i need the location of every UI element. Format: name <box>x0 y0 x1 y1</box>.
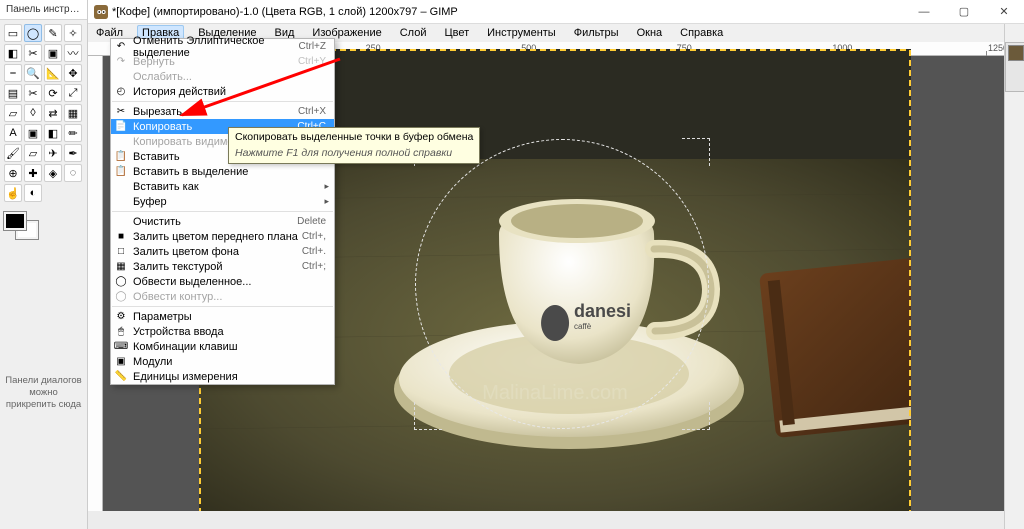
window-title: *[Кофе] (импортировано)-1.0 (Цвета RGB, … <box>112 6 904 18</box>
tool-crop[interactable]: ✂ <box>24 84 42 102</box>
selection-ellipse <box>415 139 709 429</box>
toolbox-panel: Панель инстр… ▭ ◯ ✎ ✧ ◧ ✂ ▣ 〰 ⎯ 🔍 📐 ✥ ▤ … <box>0 0 88 529</box>
menu-item: Ослабить... <box>111 69 334 84</box>
tool-text[interactable]: A <box>4 124 22 142</box>
menu-item[interactable]: 🖱Устройства ввода <box>111 324 334 339</box>
tool-scale[interactable]: ⤢ <box>64 84 82 102</box>
tool-color-select[interactable]: ◧ <box>4 44 22 62</box>
tooltip-line2: Нажмите F1 для получения полной справки <box>235 147 473 161</box>
window-minimize[interactable]: — <box>904 0 944 24</box>
menu-item[interactable]: ⌨Комбинации клавиш <box>111 339 334 354</box>
right-dock <box>1004 24 1024 529</box>
tool-smudge[interactable]: ☝ <box>4 184 22 202</box>
menu-item[interactable]: ◴История действий <box>111 84 334 99</box>
tooltip-line1: Скопировать выделенные точки в буфер обм… <box>235 131 473 145</box>
tool-rotate[interactable]: ⟳ <box>44 84 62 102</box>
tool-ellipse-select[interactable]: ◯ <box>24 24 42 42</box>
toolbox-title: Панель инстр… <box>0 0 87 20</box>
menu-separator <box>112 306 333 307</box>
menu-item: ◯Обвести контур... <box>111 289 334 304</box>
menu-item[interactable]: ■Залить цветом переднего планаCtrl+, <box>111 229 334 244</box>
menu-item-цвет[interactable]: Цвет <box>440 26 473 40</box>
tool-perspective[interactable]: ◊ <box>24 104 42 122</box>
dockable-hint: Панели диалогов можно прикрепить сюда <box>4 375 83 411</box>
menu-item[interactable]: ✂ВырезатьCtrl+X <box>111 104 334 119</box>
titlebar: *[Кофе] (импортировано)-1.0 (Цвета RGB, … <box>88 0 1024 24</box>
tool-airbrush[interactable]: ✈ <box>44 144 62 162</box>
tool-measure[interactable]: 📐 <box>44 64 62 82</box>
menu-edit: ↶Отменить Эллиптическое выделениеCtrl+Z↷… <box>110 38 335 385</box>
tool-blend[interactable]: ◧ <box>44 124 62 142</box>
menu-item[interactable]: ↶Отменить Эллиптическое выделениеCtrl+Z <box>111 39 334 54</box>
tool-heal[interactable]: ✚ <box>24 164 42 182</box>
tool-fuzzy-select[interactable]: ✧ <box>64 24 82 42</box>
tool-bucket[interactable]: ▣ <box>24 124 42 142</box>
menu-item[interactable]: ▦Залить текстуройCtrl+; <box>111 259 334 274</box>
selection[interactable] <box>415 139 709 429</box>
menu-separator <box>112 211 333 212</box>
menu-item-слой[interactable]: Слой <box>396 26 431 40</box>
menu-item[interactable]: ⚙Параметры <box>111 309 334 324</box>
tool-eraser[interactable]: ▱ <box>24 144 42 162</box>
tool-paintbrush[interactable]: 🖌 <box>4 144 22 162</box>
menu-item[interactable]: ОчиститьDelete <box>111 214 334 229</box>
tool-pencil[interactable]: ✏ <box>64 124 82 142</box>
tool-align[interactable]: ▤ <box>4 84 22 102</box>
tool-perspective-clone[interactable]: ◈ <box>44 164 62 182</box>
tool-zoom[interactable]: 🔍 <box>24 64 42 82</box>
tool-dodge[interactable]: ◐ <box>24 184 42 202</box>
menu-separator <box>112 101 333 102</box>
menu-item[interactable]: 📋Вставить в выделение <box>111 164 334 179</box>
tool-cage[interactable]: ▦ <box>64 104 82 122</box>
menu-item[interactable]: Вставить как▸ <box>111 179 334 194</box>
menu-item[interactable]: □Залить цветом фонаCtrl+. <box>111 244 334 259</box>
menu-item[interactable]: ▣Модули <box>111 354 334 369</box>
scrollbar-horizontal[interactable] <box>88 511 1024 529</box>
menu-item-окна[interactable]: Окна <box>633 26 667 40</box>
window-close[interactable]: ✕ <box>984 0 1024 24</box>
tool-path[interactable]: 〰 <box>64 44 82 62</box>
menu-item: ↷ВернутьCtrl+Y <box>111 54 334 69</box>
fg-swatch[interactable] <box>4 212 26 230</box>
tool-grid: ▭ ◯ ✎ ✧ ◧ ✂ ▣ 〰 ⎯ 🔍 📐 ✥ ▤ ✂ ⟳ ⤢ ▱ ◊ ⇄ ▦ … <box>0 20 87 206</box>
menu-item[interactable]: ◯Обвести выделенное... <box>111 274 334 289</box>
tool-foreground[interactable]: ▣ <box>44 44 62 62</box>
menu-item[interactable]: 📏Единицы измерения <box>111 369 334 384</box>
ruler-left <box>88 56 103 511</box>
tool-free-select[interactable]: ✎ <box>44 24 62 42</box>
menu-item-фильтры[interactable]: Фильтры <box>570 26 623 40</box>
menu-item-инструменты[interactable]: Инструменты <box>483 26 560 40</box>
window-maximize[interactable]: ▢ <box>944 0 984 24</box>
tool-ink[interactable]: ✒ <box>64 144 82 162</box>
fg-bg-swatches[interactable] <box>4 212 44 242</box>
tool-clone[interactable]: ⊕ <box>4 164 22 182</box>
tool-scissors[interactable]: ✂ <box>24 44 42 62</box>
dock-tab[interactable] <box>1005 42 1024 92</box>
dock-thumbnail <box>1008 45 1024 61</box>
tool-blur[interactable]: ◌ <box>64 164 82 182</box>
tooltip: Скопировать выделенные точки в буфер обм… <box>228 127 480 164</box>
tool-shear[interactable]: ▱ <box>4 104 22 122</box>
menu-item-справка[interactable]: Справка <box>676 26 727 40</box>
tool-colorpicker[interactable]: ⎯ <box>4 64 22 82</box>
tool-move[interactable]: ✥ <box>64 64 82 82</box>
tool-rect-select[interactable]: ▭ <box>4 24 22 42</box>
menu-item[interactable]: Буфер▸ <box>111 194 334 209</box>
tool-flip[interactable]: ⇄ <box>44 104 62 122</box>
gimp-icon <box>94 5 108 19</box>
